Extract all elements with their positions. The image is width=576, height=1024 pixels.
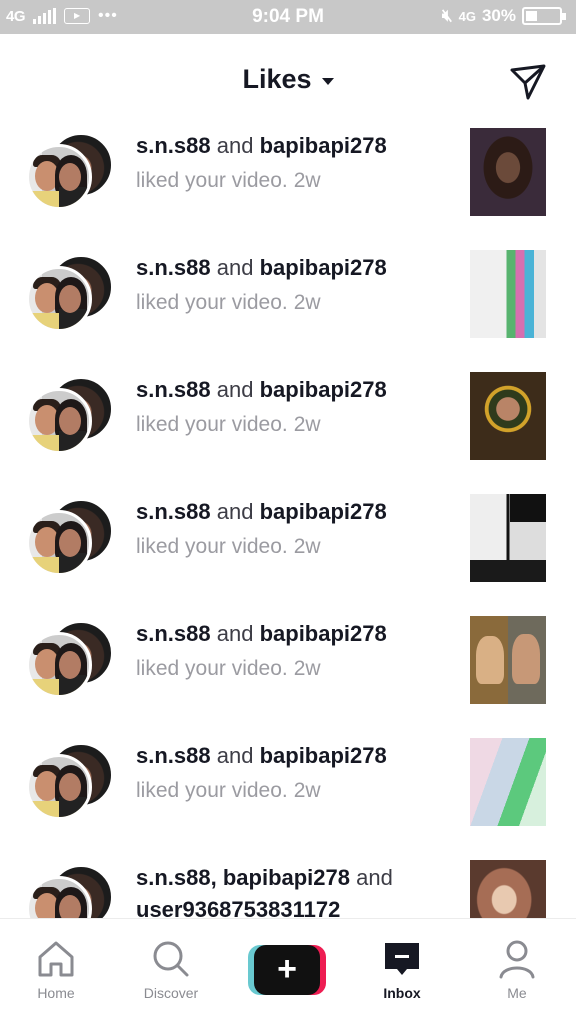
username-link[interactable]: bapibapi278	[223, 865, 350, 890]
username-link[interactable]: bapibapi278	[260, 255, 387, 280]
username-link[interactable]: bapibapi278	[260, 499, 387, 524]
avatar	[26, 632, 92, 698]
nav-me[interactable]: Me	[467, 939, 567, 1001]
timestamp: 2w	[293, 779, 321, 802]
create-button[interactable]: +	[248, 945, 326, 995]
list-item[interactable]: s.n.s88 and bapibapi278 liked your video…	[0, 734, 576, 856]
bottom-nav: Home Discover + Inbox Me	[0, 918, 576, 1024]
list-item[interactable]: s.n.s88 and bapibapi278 liked your video…	[0, 368, 576, 490]
username-link[interactable]: s.n.s88	[136, 377, 211, 402]
avatar-stack[interactable]	[26, 864, 118, 918]
list-item[interactable]: s.n.s88, bapibapi278 and user93687538311…	[0, 856, 576, 918]
search-icon	[153, 941, 189, 977]
avatar	[26, 388, 92, 454]
video-thumbnail[interactable]	[470, 738, 546, 826]
username-link[interactable]: s.n.s88	[136, 621, 211, 646]
username-link[interactable]: bapibapi278	[260, 743, 387, 768]
notification-text: s.n.s88 and bapibapi278 liked your video…	[136, 499, 387, 558]
battery-icon	[522, 7, 566, 25]
action-text: liked your video.	[136, 169, 288, 192]
nav-inbox[interactable]: Inbox	[352, 939, 452, 1001]
notification-text: s.n.s88 and bapibapi278 liked your video…	[136, 133, 387, 192]
username-link[interactable]: s.n.s88,	[136, 865, 217, 890]
list-item[interactable]: s.n.s88 and bapibapi278 liked your video…	[0, 612, 576, 734]
video-thumbnail[interactable]	[470, 250, 546, 338]
video-thumbnail[interactable]	[470, 860, 546, 918]
username-link[interactable]: s.n.s88	[136, 255, 211, 280]
notification-text: s.n.s88 and bapibapi278 liked your video…	[136, 621, 387, 680]
list-item[interactable]: s.n.s88 and bapibapi278 liked your video…	[0, 124, 576, 246]
timestamp: 2w	[293, 535, 321, 558]
avatar	[26, 266, 92, 332]
avatar-stack[interactable]	[26, 132, 118, 214]
video-thumbnail[interactable]	[470, 494, 546, 582]
timestamp: 2w	[293, 413, 321, 436]
status-bar: 4G ▶ ••• 9:04 PM 🔇︎ 4G 30%	[0, 0, 576, 34]
list-item[interactable]: s.n.s88 and bapibapi278 liked your video…	[0, 490, 576, 612]
avatar-stack[interactable]	[26, 742, 118, 824]
action-text: liked your video.	[136, 291, 288, 314]
username-link[interactable]: bapibapi278	[260, 133, 387, 158]
timestamp: 2w	[293, 169, 321, 192]
video-thumbnail[interactable]	[470, 372, 546, 460]
chevron-down-icon	[321, 77, 334, 85]
username-link[interactable]: s.n.s88	[136, 743, 211, 768]
username-link[interactable]: bapibapi278	[260, 621, 387, 646]
network-type-2: 4G	[458, 8, 476, 24]
avatar-stack[interactable]	[26, 254, 118, 336]
action-text: liked your video.	[136, 779, 288, 802]
username-link[interactable]: s.n.s88	[136, 499, 211, 524]
avatar	[26, 144, 92, 210]
username-link[interactable]: user9368753831172	[136, 897, 340, 918]
profile-icon	[499, 940, 535, 979]
avatar-stack[interactable]	[26, 498, 118, 580]
notification-text: s.n.s88 and bapibapi278 liked your video…	[136, 255, 387, 314]
status-right: 🔇︎ 4G 30%	[441, 6, 566, 26]
notification-text: s.n.s88, bapibapi278 and user93687538311…	[136, 862, 446, 918]
nav-inbox-label: Inbox	[383, 985, 421, 1001]
video-thumbnail[interactable]	[470, 128, 546, 216]
notification-text: s.n.s88 and bapibapi278 liked your video…	[136, 377, 387, 436]
username-link[interactable]: bapibapi278	[260, 377, 387, 402]
timestamp: 2w	[293, 291, 321, 314]
video-thumbnail[interactable]	[470, 616, 546, 704]
inbox-icon	[385, 943, 419, 975]
timestamp: 2w	[293, 657, 321, 680]
nav-home-label: Home	[37, 985, 75, 1001]
send-icon	[510, 64, 546, 100]
mute-icon: 🔇︎	[441, 6, 453, 25]
notification-list: s.n.s88 and bapibapi278 liked your video…	[0, 124, 576, 918]
nav-home[interactable]: Home	[6, 939, 106, 1001]
action-text: liked your video.	[136, 535, 288, 558]
avatar-stack[interactable]	[26, 620, 118, 702]
battery-percent: 30%	[481, 6, 516, 25]
list-item[interactable]: s.n.s88 and bapibapi278 liked your video…	[0, 246, 576, 368]
avatar-stack[interactable]	[26, 376, 118, 458]
username-link[interactable]: s.n.s88	[136, 133, 211, 158]
nav-me-label: Me	[507, 985, 527, 1001]
likes-dropdown[interactable]: Likes	[0, 64, 576, 95]
nav-discover-label: Discover	[143, 985, 199, 1001]
avatar	[26, 754, 92, 820]
avatar	[26, 510, 92, 576]
home-icon	[38, 941, 74, 977]
notification-text: s.n.s88 and bapibapi278 liked your video…	[136, 743, 387, 802]
nav-discover[interactable]: Discover	[121, 939, 221, 1001]
action-text: liked your video.	[136, 657, 288, 680]
action-text: liked your video.	[136, 413, 288, 436]
direct-message-button[interactable]	[508, 62, 548, 102]
plus-icon: +	[254, 945, 320, 995]
header: Likes	[0, 34, 576, 124]
page-title: Likes	[242, 64, 312, 94]
